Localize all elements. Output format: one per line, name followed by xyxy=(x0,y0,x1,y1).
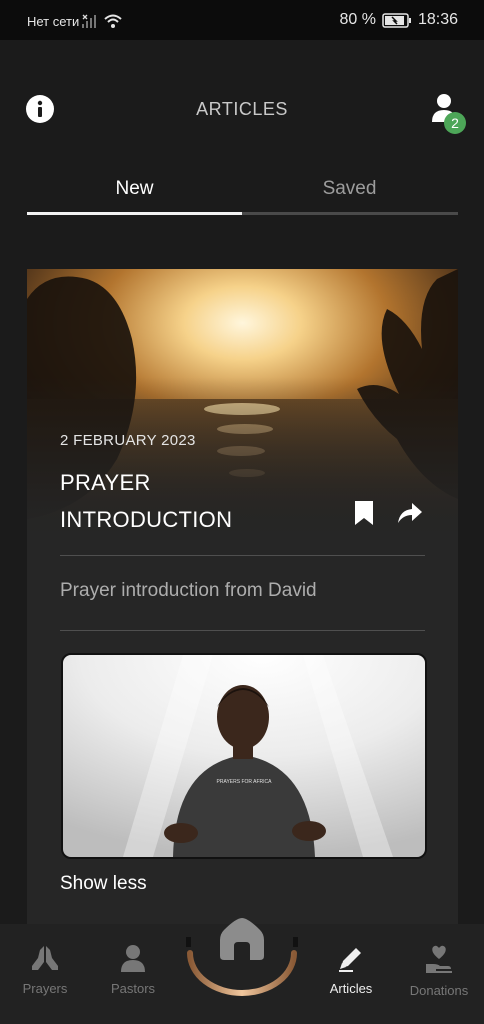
nav-label: Pastors xyxy=(110,981,156,996)
nav-label: Donations xyxy=(409,983,469,998)
video-frame: PRAYERS FOR AFRICA xyxy=(63,655,425,857)
nav-pastors[interactable]: Pastors xyxy=(88,924,178,996)
tab-new[interactable]: New xyxy=(27,178,242,200)
nav-label: Articles xyxy=(329,981,373,996)
divider xyxy=(60,630,425,631)
signal-icon xyxy=(82,14,97,28)
page-title: ARTICLES xyxy=(196,99,288,119)
notification-badge: 2 xyxy=(444,112,466,134)
pencil-icon xyxy=(339,948,361,972)
nav-donations[interactable]: Donations xyxy=(394,924,484,998)
article-date: 2 FEBRUARY 2023 xyxy=(60,432,196,449)
heart-hand-icon xyxy=(426,945,452,973)
video-thumbnail[interactable]: PRAYERS FOR AFRICA xyxy=(61,653,427,859)
article-title: PRAYER INTRODUCTION xyxy=(60,470,233,532)
bookmark-icon[interactable] xyxy=(353,500,375,526)
status-bar: Нет сети 80 % 18:36 xyxy=(0,0,484,40)
battery-icon xyxy=(382,12,411,28)
share-icon[interactable] xyxy=(397,500,423,526)
battery-percent: 80 % xyxy=(339,11,376,28)
article-card[interactable]: 2 FEBRUARY 2023 PRAYER INTRODUCTION Pray… xyxy=(27,269,458,949)
wifi-icon xyxy=(104,14,122,28)
show-less-link[interactable]: Show less xyxy=(60,873,147,895)
person-icon xyxy=(121,945,145,972)
nav-label: Prayers xyxy=(22,981,68,996)
divider xyxy=(60,555,425,556)
tab-saved[interactable]: Saved xyxy=(242,178,457,200)
tab-active-indicator xyxy=(27,212,242,215)
nav-prayers[interactable]: Prayers xyxy=(0,924,90,996)
status-left: Нет сети xyxy=(27,13,123,29)
praying-hands-icon xyxy=(32,946,58,970)
carrier-text: Нет сети xyxy=(27,13,80,29)
status-right: 80 % 18:36 xyxy=(339,11,458,29)
clock: 18:36 xyxy=(417,11,458,28)
shirt-text: PRAYERS FOR AFRICA xyxy=(217,779,273,785)
article-description: Prayer introduction from David xyxy=(60,580,317,601)
nav-articles[interactable]: Articles xyxy=(306,924,396,996)
home-icon[interactable] xyxy=(218,914,266,962)
